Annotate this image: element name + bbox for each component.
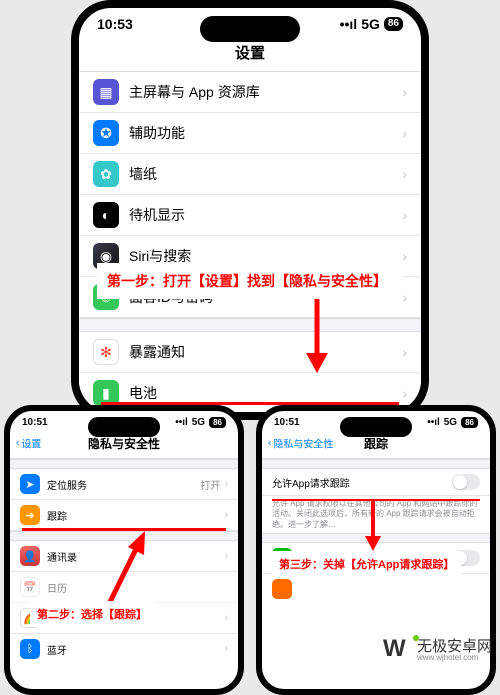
chevron-right-icon: › bbox=[224, 550, 228, 562]
network-label: 5G bbox=[192, 417, 205, 428]
watermark-logo: W bbox=[383, 635, 413, 665]
status-time: 10:51 bbox=[274, 417, 300, 428]
calendar-icon: 📅 bbox=[20, 577, 40, 597]
network-label: 5G bbox=[361, 16, 380, 32]
grid-icon: ▦ bbox=[93, 79, 119, 105]
network-label: 5G bbox=[444, 417, 457, 428]
battery-badge: 86 bbox=[384, 17, 403, 31]
arrow-down-icon bbox=[362, 501, 384, 551]
signal-icon: ••ıl bbox=[427, 417, 440, 428]
watermark-text: 无极安卓网 bbox=[417, 639, 492, 654]
allow-tracking-toggle[interactable] bbox=[452, 474, 480, 490]
exposure-icon: ✻ bbox=[93, 339, 119, 365]
annotation-step-2: 第二步：选择【跟踪】 bbox=[30, 601, 154, 627]
chevron-right-icon: › bbox=[402, 344, 407, 360]
chevron-right-icon: › bbox=[402, 125, 407, 141]
row-label: 电池 bbox=[129, 383, 402, 403]
row-label: 定位服务 bbox=[47, 477, 200, 492]
chevron-right-icon: › bbox=[402, 248, 407, 264]
row-wallpaper[interactable]: ✿ 墙纸 › bbox=[79, 154, 421, 195]
battery-badge: 86 bbox=[461, 417, 478, 428]
row-app[interactable] bbox=[262, 574, 490, 604]
row-label: 允许App请求跟踪 bbox=[272, 475, 452, 490]
chevron-right-icon: › bbox=[224, 478, 228, 490]
underline-annotation bbox=[101, 402, 399, 405]
row-allow-tracking[interactable]: 允许App请求跟踪 bbox=[262, 469, 490, 496]
contacts-icon: 👤 bbox=[20, 546, 40, 566]
row-location[interactable]: ➤ 定位服务 打开 › bbox=[10, 469, 238, 500]
phone-mockup-settings: 10:53 ••ıl 5G 86 设置 ▦ 主屏幕与 App 资源库 › ✪ 辅… bbox=[71, 0, 429, 420]
row-home-screen[interactable]: ▦ 主屏幕与 App 资源库 › bbox=[79, 72, 421, 113]
chevron-right-icon: › bbox=[224, 643, 228, 655]
chevron-right-icon: › bbox=[224, 509, 228, 521]
chevron-right-icon: › bbox=[402, 166, 407, 182]
page-title: 跟踪 bbox=[364, 437, 388, 451]
phone-mockup-privacy: 10:51 ••ıl 5G 86 ‹ 设置 隐私与安全性 ➤ 定位服务 打开 ›… bbox=[4, 405, 244, 695]
section-divider bbox=[10, 459, 238, 469]
watermark-url: www.wjhotel.com bbox=[417, 654, 492, 662]
row-label: 主屏幕与 App 资源库 bbox=[129, 82, 402, 102]
back-button[interactable]: ‹ 设置 bbox=[16, 436, 41, 451]
signal-icon: ••ıl bbox=[175, 417, 188, 428]
app-icon bbox=[272, 579, 292, 599]
status-right: ••ıl 5G 86 bbox=[340, 16, 403, 32]
chevron-right-icon: › bbox=[402, 84, 407, 100]
row-standby[interactable]: ◐ 待机显示 › bbox=[79, 195, 421, 236]
flower-icon: ✿ bbox=[93, 161, 119, 187]
page-title: 隐私与安全性 bbox=[88, 437, 160, 451]
nav-bar: 设置 bbox=[79, 32, 421, 72]
annotation-step-1: 第一步：打开【设置】找到【隐私与安全性】 bbox=[97, 263, 403, 299]
location-icon: ➤ bbox=[20, 474, 40, 494]
tracking-icon: ➜ bbox=[20, 505, 40, 525]
section-divider bbox=[262, 459, 490, 469]
row-accessibility[interactable]: ✪ 辅助功能 › bbox=[79, 113, 421, 154]
status-time: 10:53 bbox=[97, 16, 133, 32]
nav-bar: ‹ 隐私与安全性 跟踪 bbox=[262, 428, 490, 459]
row-tracking[interactable]: ➜ 跟踪 › bbox=[10, 500, 238, 531]
back-button[interactable]: ‹ 隐私与安全性 bbox=[268, 436, 333, 451]
bluetooth-icon: ᛒ bbox=[20, 639, 40, 659]
signal-icon: ••ıl bbox=[340, 16, 358, 32]
status-right: ••ıl 5G 86 bbox=[175, 417, 226, 428]
nav-bar: ‹ 设置 隐私与安全性 bbox=[10, 428, 238, 459]
row-label: 蓝牙 bbox=[47, 642, 224, 657]
section-divider bbox=[79, 318, 421, 332]
row-label: 跟踪 bbox=[47, 508, 224, 523]
row-label: 辅助功能 bbox=[129, 123, 402, 143]
row-label: 墙纸 bbox=[129, 164, 402, 184]
chevron-right-icon: › bbox=[402, 289, 407, 305]
settings-list: ▦ 主屏幕与 App 资源库 › ✪ 辅助功能 › ✿ 墙纸 › ◐ 待机显示 … bbox=[79, 72, 421, 420]
chevron-right-icon: › bbox=[224, 612, 228, 624]
chevron-right-icon: › bbox=[402, 385, 407, 401]
row-exposure[interactable]: ✻ 暴露通知 › bbox=[79, 332, 421, 373]
battery-badge: 86 bbox=[209, 417, 226, 428]
row-bluetooth[interactable]: ᛒ 蓝牙 › bbox=[10, 634, 238, 664]
page-title: 设置 bbox=[235, 45, 265, 62]
arrow-down-icon bbox=[302, 293, 332, 373]
status-right: ••ıl 5G 86 bbox=[427, 417, 478, 428]
watermark: W 无极安卓网 www.wjhotel.com bbox=[383, 635, 492, 665]
row-label: 暴露通知 bbox=[129, 342, 402, 362]
status-time: 10:51 bbox=[22, 417, 48, 428]
annotation-step-3: 第三步：关掉【允许App请求跟踪】 bbox=[272, 551, 461, 577]
accessibility-icon: ✪ bbox=[93, 120, 119, 146]
chevron-right-icon: › bbox=[402, 207, 407, 223]
standby-icon: ◐ bbox=[93, 202, 119, 228]
row-value: 打开 bbox=[200, 477, 220, 492]
arrow-up-icon bbox=[100, 531, 150, 611]
row-label: 待机显示 bbox=[129, 205, 402, 225]
